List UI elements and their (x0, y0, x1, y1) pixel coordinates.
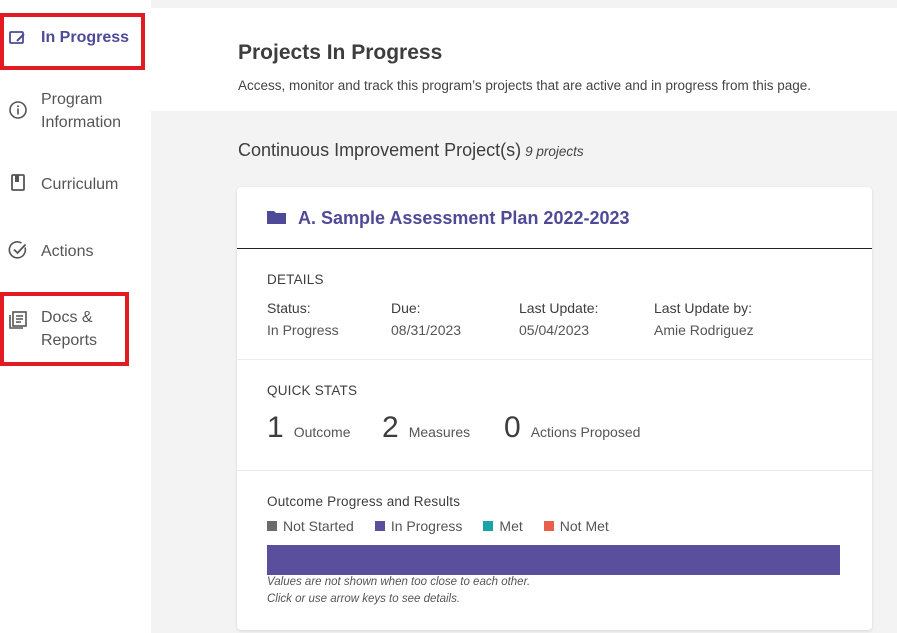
last-update-by-label: Last Update by: (654, 300, 753, 316)
project-card-header[interactable]: A. Sample Assessment Plan 2022-2023 (237, 187, 872, 249)
page-title: Projects In Progress (238, 41, 443, 64)
stat-number: 0 (504, 411, 521, 444)
info-icon (9, 101, 27, 119)
legend-swatch (483, 521, 494, 531)
highlight-in-progress (0, 13, 145, 70)
sidebar: In Progress Program Information Curricul… (0, 0, 151, 633)
page-subtitle: Access, monitor and track this program’s… (238, 78, 812, 93)
sidebar-item-label: Program Information (41, 91, 122, 131)
project-title[interactable]: A. Sample Assessment Plan 2022-2023 (298, 208, 630, 229)
check-circle-icon (8, 241, 27, 259)
sidebar-item-label: Actions (41, 243, 94, 260)
due-detail: Due: 08/31/2023 (391, 300, 461, 338)
project-count: 9 projects (525, 144, 584, 159)
progress-note: Click or use arrow keys to see details. (267, 593, 461, 605)
main-content: Projects In Progress Access, monitor and… (151, 0, 897, 633)
progress-title: Outcome Progress and Results (267, 494, 461, 509)
legend-in-progress: In Progress (374, 518, 463, 534)
status-label: Status: (267, 300, 311, 316)
last-update-label: Last Update: (519, 300, 599, 316)
last-update-value: 05/04/2023 (519, 322, 590, 338)
last-update-by-detail: Last Update by: Amie Rodriguez (654, 300, 754, 338)
legend-swatch (267, 521, 277, 531)
quick-stats-label: QUICK STATS (267, 383, 358, 398)
legend-label: Not Met (559, 518, 609, 534)
book-icon (11, 174, 25, 191)
legend-not-met: Not Met (543, 518, 609, 534)
legend-swatch (374, 521, 385, 531)
last-update-by-value: Amie Rodriguez (654, 322, 754, 338)
folder-icon (267, 211, 286, 224)
progress-note: Values are not shown when too close to e… (267, 576, 531, 588)
last-update-detail: Last Update: 05/04/2023 (519, 300, 598, 338)
divider (237, 359, 872, 360)
due-value: 08/31/2023 (391, 322, 462, 338)
sidebar-item-label: Curriculum (41, 176, 119, 193)
stat-number: 2 (382, 411, 399, 444)
stat-label: Measures (408, 424, 471, 440)
progress-fill-in-progress (267, 545, 840, 575)
legend-label: Not Started (283, 518, 354, 534)
status-detail: Status: In Progress (267, 300, 339, 338)
stat-label: Actions Proposed (530, 424, 641, 440)
stat-actions-proposed: 0 Actions Proposed (504, 411, 640, 445)
outcome-progress-bar[interactable] (267, 545, 840, 575)
legend-not-started: Not Started (267, 518, 354, 534)
divider (237, 470, 872, 471)
stat-measures: 2 Measures (382, 411, 470, 445)
project-card: A. Sample Assessment Plan 2022-2023 DETA… (237, 187, 872, 630)
legend-label: Met (499, 518, 523, 534)
progress-legend: Not Started In Progress Met Not Met (267, 518, 630, 534)
highlight-docs-reports (0, 292, 129, 366)
page-header: Projects In Progress Access, monitor and… (151, 8, 897, 111)
sidebar-item-actions[interactable]: Actions (0, 240, 145, 264)
stat-label: Outcome (293, 424, 351, 440)
sidebar-item-curriculum[interactable]: Curriculum (0, 173, 145, 197)
stat-outcome: 1 Outcome (267, 411, 351, 445)
legend-met: Met (483, 518, 523, 534)
sidebar-item-program-information[interactable]: Program Information (0, 88, 145, 136)
legend-label: In Progress (390, 518, 463, 534)
status-value: In Progress (267, 322, 339, 338)
section-title: Continuous Improvement Project(s) 9 proje… (238, 140, 584, 161)
legend-swatch (543, 521, 554, 531)
details-label: DETAILS (267, 272, 324, 287)
stat-number: 1 (267, 411, 284, 444)
due-label: Due: (391, 300, 421, 316)
section-title-text: Continuous Improvement Project(s) (238, 140, 522, 160)
